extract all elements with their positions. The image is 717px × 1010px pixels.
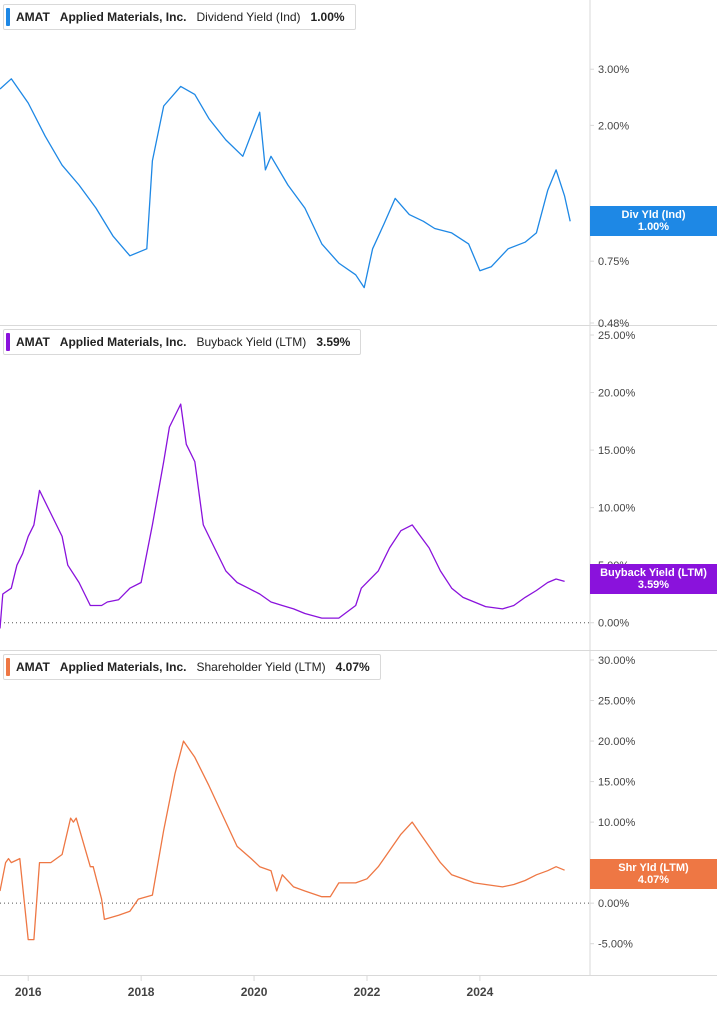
last-value-badge-dividend: Div Yld (Ind) 1.00% — [590, 206, 717, 236]
y-tick-label: -5.00% — [598, 939, 633, 951]
last-value-badge-buyback: Buyback Yield (LTM) 3.59% — [590, 564, 717, 594]
legend-company: Applied Materials, Inc. — [59, 660, 187, 674]
badge-value: 4.07% — [637, 874, 670, 886]
y-tick-label: 15.00% — [598, 777, 636, 789]
badge-value: 3.59% — [637, 579, 670, 591]
y-tick-label: 25.00% — [598, 696, 636, 708]
y-tick-label: 20.00% — [598, 736, 636, 748]
legend-value: 3.59% — [316, 335, 351, 349]
badge-value: 1.00% — [637, 221, 670, 233]
x-tick-label: 2020 — [241, 985, 268, 999]
series-line-dividend — [0, 78, 571, 289]
legend-metric: Dividend Yield (Ind) — [196, 10, 301, 24]
legend-color-swatch — [6, 333, 10, 351]
legend-buyback-yield: AMAT Applied Materials, Inc. Buyback Yie… — [3, 329, 362, 355]
x-tick-label: 2024 — [467, 985, 494, 999]
x-tick-label: 2022 — [354, 985, 381, 999]
y-tick-label: 0.48% — [598, 318, 629, 330]
x-tick-label: 2016 — [15, 985, 42, 999]
series-line-shareholder — [0, 740, 565, 941]
legend-company: Applied Materials, Inc. — [59, 10, 187, 24]
chart-stage: 3.00% 2.00% 0.75% 0.48% 25.00% 20.00% 15.00% 10… — [0, 0, 717, 1005]
legend-ticker: AMAT — [16, 660, 50, 674]
legend-shareholder-yield: AMAT Applied Materials, Inc. Shareholder… — [3, 654, 381, 680]
legend-ticker: AMAT — [16, 335, 50, 349]
series-line-buyback — [0, 403, 565, 629]
y-tick-label: 25.00% — [598, 330, 636, 342]
last-value-badge-shareholder: Shr Yld (LTM) 4.07% — [590, 859, 717, 889]
legend-metric: Buyback Yield (LTM) — [196, 335, 307, 349]
legend-value: 1.00% — [310, 10, 345, 24]
legend-company: Applied Materials, Inc. — [59, 335, 187, 349]
y-tick-label: 15.00% — [598, 445, 636, 457]
legend-value: 4.07% — [335, 660, 370, 674]
y-tick-label: 0.75% — [598, 256, 629, 268]
y-tick-label: 10.00% — [598, 817, 636, 829]
legend-ticker: AMAT — [16, 10, 50, 24]
y-tick-label: 0.00% — [598, 898, 629, 910]
y-tick-label: 3.00% — [598, 64, 629, 76]
legend-color-swatch — [6, 658, 10, 676]
y-tick-label: 0.00% — [598, 618, 629, 630]
y-tick-label: 20.00% — [598, 388, 636, 400]
legend-metric: Shareholder Yield (LTM) — [196, 660, 326, 674]
y-tick-label: 2.00% — [598, 120, 629, 132]
chart-canvas: 3.00%2.00%0.75%0.48%25.00%20.00%15.00%10… — [0, 0, 717, 999]
legend-dividend-yield: AMAT Applied Materials, Inc. Dividend Yi… — [3, 4, 356, 30]
legend-color-swatch — [6, 8, 10, 26]
badge-label: Div Yld (Ind) — [621, 209, 686, 221]
x-tick-label: 2018 — [128, 985, 155, 999]
badge-label: Buyback Yield (LTM) — [600, 567, 707, 579]
y-tick-label: 30.00% — [598, 655, 636, 667]
badge-label: Shr Yld (LTM) — [618, 862, 689, 874]
y-tick-label: 10.00% — [598, 503, 636, 515]
